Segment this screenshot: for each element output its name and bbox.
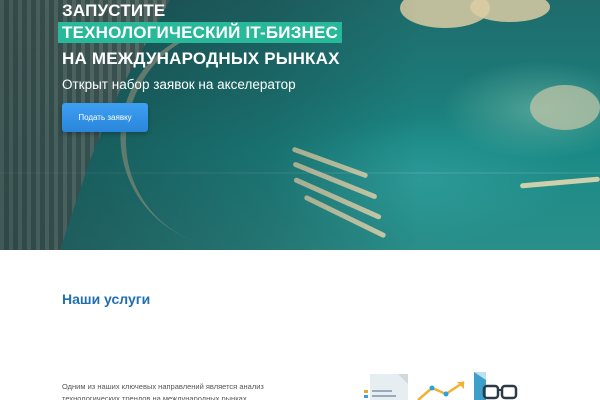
glasses-icon [474,372,518,400]
services-illustration [364,372,518,400]
hero-title-line-2-highlight: ТЕХНОЛОГИЧЕСКИЙ IT-БИЗНЕС [58,22,343,43]
hero-title-line-3: НА МЕЖДУНАРОДНЫХ РЫНКАХ [62,49,340,68]
hero-title-line-1: ЗАПУСТИТЕ [62,1,166,20]
hero-subtitle: Открыт набор заявок на акселератор [62,77,296,92]
services-description: Одним из наших ключевых направлений явля… [62,382,264,400]
services-heading: Наши услуги [62,291,151,307]
hero-banner: ЗАПУСТИТЕ ТЕХНОЛОГИЧЕСКИЙ IT-БИЗНЕС НА М… [0,0,600,250]
apply-button[interactable]: Подать заявку [62,103,148,132]
document-icon [364,374,408,400]
growth-chart-icon [417,380,465,400]
